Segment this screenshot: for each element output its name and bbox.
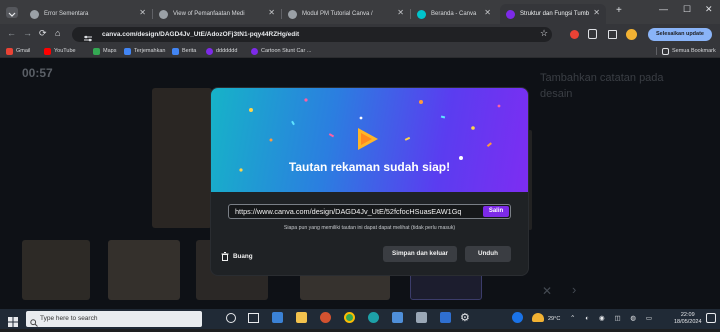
bookmark-ddddddd[interactable]: ddddddd [206,46,237,56]
tab-view-of-pemanfaatan[interactable]: View of Pemanfaatan Medi ✕ [153,4,281,24]
slide-preview [528,130,532,230]
tab-search-icon[interactable] [6,7,18,18]
weather-icon [532,313,544,322]
slide-preview [152,88,212,228]
tab-favicon-icon [159,9,168,19]
bookmark-terjemahkan[interactable]: Terjemahkan [124,46,166,56]
discard-button[interactable]: Buang [221,249,253,263]
recording-timer: 00:57 [22,66,53,80]
settings-gear-icon[interactable]: ⚙ [460,311,470,324]
youtube-icon [44,47,51,55]
tab-label: Modul PM Tutorial Canva / [302,11,373,17]
bookmarks-divider [656,47,657,55]
minimize-button[interactable]: — [659,4,668,14]
share-link-text[interactable]: https://www.canva.com/design/DAGD4Jv_UtE… [235,205,477,218]
clock-date: 18/05/2024 [674,319,702,325]
bookmark-cartoon-stunt-car[interactable]: Cartoon Stunt Car ... [251,46,311,56]
back-icon[interactable]: ← [7,28,16,38]
close-tab-icon[interactable]: ✕ [484,8,491,17]
site-settings-icon[interactable] [83,30,93,42]
close-tab-icon[interactable]: ✕ [268,8,275,17]
edge-icon[interactable] [368,312,379,323]
clock-time: 22:09 [680,312,695,318]
maps-icon [93,47,100,55]
close-tab-icon[interactable]: ✕ [139,8,146,17]
search-icon [30,314,38,327]
translate-icon [124,47,131,55]
bookmark-maps[interactable]: Maps [93,46,116,56]
chrome-icon[interactable] [344,312,355,323]
clock[interactable]: 22:09 18/05/2024 [674,312,702,328]
home-icon[interactable]: ⌂ [55,28,60,38]
maximize-button[interactable]: ☐ [683,4,691,15]
canva-favicon-icon [506,9,515,19]
tab-favicon-icon [288,9,297,19]
discard-label: Buang [233,252,253,260]
copy-link-button[interactable]: Salin [483,206,509,217]
ppt-icon[interactable] [320,312,331,323]
save-and-exit-button[interactable]: Simpan dan keluar [383,246,457,262]
tab-label: View of Pemanfaatan Medi [173,11,245,17]
folder-icon [662,47,669,55]
forward-icon[interactable]: → [23,28,32,38]
recording-link-dialog: Tautan rekaman sudah siap! https://www.c… [211,88,528,275]
weather-temperature[interactable]: 29°C [548,311,560,327]
app-icon[interactable] [416,312,427,323]
tab-label: Beranda - Canva [431,11,477,17]
close-tab-icon[interactable]: ✕ [397,8,404,17]
page-thumbnail[interactable] [22,240,90,300]
mail-icon[interactable] [440,312,451,323]
share-link-field[interactable]: https://www.canva.com/design/DAGD4Jv_UtE… [228,204,511,219]
tab-label: Struktur dan Fungsi Tumb [520,11,590,17]
sidebar-icon[interactable] [608,30,617,39]
tab-error-sementara[interactable]: Error Sementara ✕ [24,4,152,24]
trash-icon [221,251,229,261]
bookmark-star-icon[interactable]: ☆ [540,28,548,39]
new-tab-button[interactable]: + [616,5,622,16]
dialog-hero-banner: Tautan rekaman sudah siap! [211,88,528,192]
url-text[interactable]: canva.com/design/DAGD4Jv_UtE/AdozOFj3tN1… [102,27,299,42]
update-button[interactable]: Selesaikan update [648,28,712,41]
system-tray-icons[interactable]: ⌃ ◐ ◉ ◫ ◍ ▭ [570,311,656,327]
close-window-button[interactable]: ✕ [705,4,713,15]
profile-avatar[interactable] [626,29,637,40]
download-button[interactable]: Unduh [465,246,511,262]
task-view-icon[interactable] [248,313,259,323]
next-icon[interactable]: › [572,282,576,297]
tab-struktur-dan-fungsi[interactable]: Struktur dan Fungsi Tumb ✕ [500,4,606,24]
dialog-title: Tautan rekaman sudah siap! [288,160,451,174]
reload-icon[interactable]: ⟳ [39,28,47,39]
bookmark-gmail[interactable]: Gmail [6,46,30,56]
canva-favicon-icon [417,9,426,19]
store-icon[interactable] [272,312,283,323]
notes-placeholder[interactable]: Tambahkan catatan pada desain [540,70,680,102]
canva-icon [206,47,213,55]
app-icon[interactable] [392,312,403,323]
windows-start-icon[interactable] [8,314,18,327]
gmail-icon [6,47,13,55]
help-icon[interactable] [512,312,523,323]
tab-modul-pm-tutorial[interactable]: Modul PM Tutorial Canva / ✕ [282,4,410,24]
tab-beranda-canva[interactable]: Beranda - Canva ✕ [411,4,497,24]
bookmark-youtube[interactable]: YouTube [44,46,76,56]
canva-icon [251,47,258,55]
page-thumbnail[interactable] [108,240,180,300]
close-icon[interactable]: ✕ [542,284,552,298]
link-visibility-note: Siapa pun yang memiliki tautan ini dapat… [283,225,456,231]
confetti-illustration [239,98,501,172]
notification-icon[interactable] [706,313,716,323]
tab-favicon-icon [30,9,39,19]
taskbar-search-placeholder: Type here to search [40,315,98,322]
news-icon [172,47,179,55]
bookmark-berita[interactable]: Berita [172,46,196,56]
file-explorer-icon[interactable] [296,312,307,323]
extension-icon[interactable] [570,30,579,39]
tab-label: Error Sementara [44,11,89,17]
close-tab-icon[interactable]: ✕ [593,8,600,17]
downloads-icon[interactable] [588,29,597,39]
cortana-icon[interactable] [226,313,236,323]
all-bookmarks-button[interactable]: Semua Bookmark [662,46,716,56]
